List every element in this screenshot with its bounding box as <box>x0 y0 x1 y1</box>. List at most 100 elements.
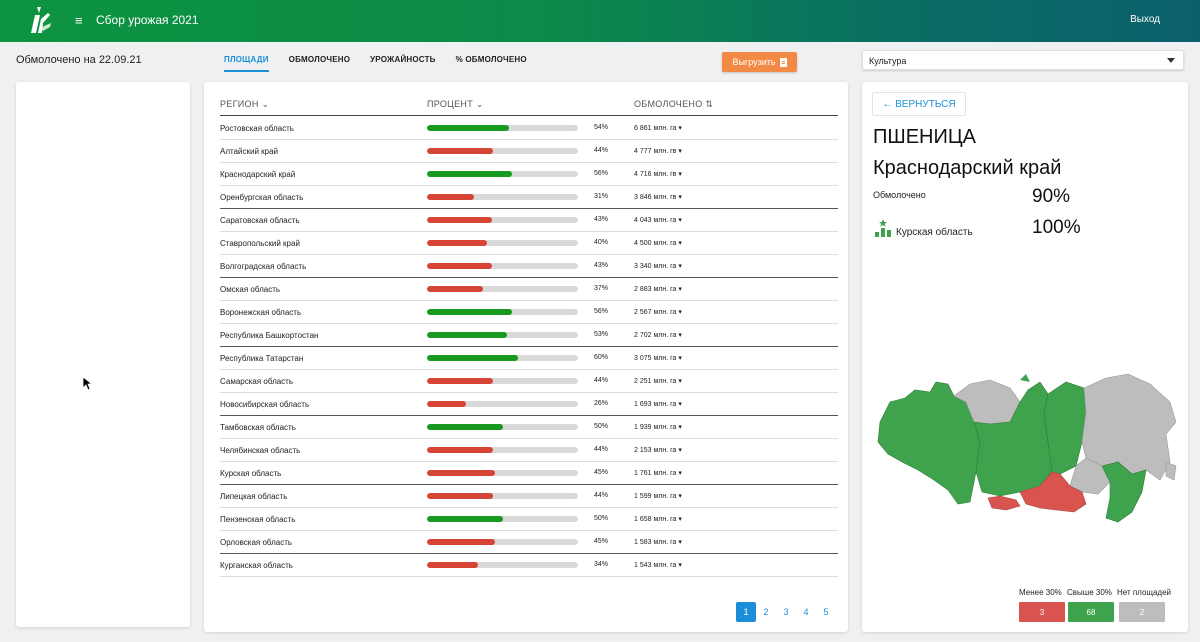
logout-link[interactable]: Выход <box>1130 14 1160 25</box>
map-region-kamchatka[interactable] <box>1165 461 1177 481</box>
page-4-button[interactable]: 4 <box>796 602 816 622</box>
menu-icon[interactable]: ≡ <box>75 13 83 28</box>
tab-yield[interactable]: УРОЖАЙНОСТЬ <box>370 55 436 72</box>
table-row[interactable]: Тамбовская область 50% 1 939 млн. га ▾ <box>220 416 838 439</box>
threshed-value[interactable]: 3 846 млн. гв ▾ <box>634 193 682 201</box>
page-3-button[interactable]: 3 <box>776 602 796 622</box>
export-button[interactable]: Выгрузить <box>722 52 797 72</box>
page-1-button[interactable]: 1 <box>736 602 756 622</box>
threshed-value[interactable]: 2 567 млн. га ▾ <box>634 308 682 316</box>
threshed-value[interactable]: 1 693 млн. га ▾ <box>634 400 682 408</box>
page-5-button[interactable]: 5 <box>816 602 836 622</box>
threshed-value[interactable]: 1 543 млн. га ▾ <box>634 561 682 569</box>
table-row[interactable]: Челябинская область 44% 2 153 млн. га ▾ <box>220 439 838 462</box>
percent-bar <box>427 309 578 315</box>
percent-bar-fill <box>427 217 492 223</box>
region-name: Саратовская область <box>220 216 300 225</box>
column-header-percent[interactable]: ПРОЦЕНТ ⌄ <box>427 99 484 110</box>
percent-bar-fill <box>427 470 495 476</box>
percent-bar <box>427 447 578 453</box>
threshed-value[interactable]: 4 777 млн. гв ▾ <box>634 147 682 155</box>
threshed-value[interactable]: 4 500 млн. га ▾ <box>634 239 682 247</box>
table-row[interactable]: Курганская область 34% 1 543 млн. га ▾ <box>220 554 838 577</box>
table-row[interactable]: Орловская область 45% 1 583 млн. га ▾ <box>220 531 838 554</box>
threshed-value[interactable]: 2 702 млн. га ▾ <box>634 331 682 339</box>
region-name: Ставропольский край <box>220 239 300 248</box>
table-row[interactable]: Омская область 37% 2 883 млн. га ▾ <box>220 278 838 301</box>
percent-value: 44% <box>594 446 609 453</box>
threshed-value[interactable]: 3 340 млн. га ▾ <box>634 262 682 270</box>
threshed-value[interactable]: 6 861 млн. га ▾ <box>634 124 682 132</box>
table-row[interactable]: Ростовская область 54% 6 861 млн. га ▾ <box>220 117 838 140</box>
region-name: Курганская область <box>220 561 293 570</box>
map-region-red-west[interactable] <box>987 495 1021 511</box>
sort-icon: ⇅ <box>705 99 714 109</box>
column-header-region[interactable]: РЕГИОН ⌄ <box>220 99 269 110</box>
threshed-value[interactable]: 2 153 млн. га ▾ <box>634 446 682 454</box>
threshed-value: 90% <box>1032 186 1071 207</box>
tab-areas[interactable]: ПЛОЩАДИ <box>224 55 269 72</box>
table-row[interactable]: Волгоградская область 43% 3 340 млн. га ▾ <box>220 255 838 278</box>
table-row[interactable]: Республика Татарстан 60% 3 075 млн. га ▾ <box>220 347 838 370</box>
table-row[interactable]: Новосибирская область 26% 1 693 млн. га ▾ <box>220 393 838 416</box>
threshed-value[interactable]: 1 761 млн. га ▾ <box>634 469 682 477</box>
legend-count-none[interactable]: 2 <box>1119 602 1165 622</box>
region-name: Воронежская область <box>220 308 302 317</box>
percent-bar-fill <box>427 447 494 453</box>
percent-bar-fill <box>427 424 503 430</box>
table-row[interactable]: Пензенская область 50% 1 658 млн. га ▾ <box>220 508 838 531</box>
logo-icon[interactable] <box>28 5 52 37</box>
region-name: Оренбургская область <box>220 193 304 202</box>
table-row[interactable]: Липецкая область 44% 1 599 млн. га ▾ <box>220 485 838 508</box>
percent-bar <box>427 194 578 200</box>
culture-select[interactable]: Культура <box>862 50 1184 70</box>
page-2-button[interactable]: 2 <box>756 602 776 622</box>
threshed-value[interactable]: 1 658 млн. га ▾ <box>634 515 682 523</box>
percent-bar <box>427 562 578 568</box>
tab-threshed-percent[interactable]: % ОБМОЛОЧЕНО <box>456 55 527 72</box>
column-header-threshed[interactable]: ОБМОЛОЧЕНО ⇅ <box>634 99 713 110</box>
region-name: Орловская область <box>220 538 293 547</box>
table-row[interactable]: Краснодарский край 56% 4 716 млн. гв ▾ <box>220 163 838 186</box>
region-name: Краснодарский край <box>220 170 296 179</box>
percent-value: 43% <box>594 216 609 223</box>
threshed-value[interactable]: 2 883 млн. га ▾ <box>634 285 682 293</box>
tab-threshed[interactable]: ОБМОЛОЧЕНО <box>289 55 350 72</box>
percent-bar-fill <box>427 148 494 154</box>
table-row[interactable]: Республика Башкортостан 53% 2 702 млн. га … <box>220 324 838 347</box>
legend-count-low[interactable]: 3 <box>1019 602 1065 622</box>
russia-regions-map[interactable] <box>870 362 1180 542</box>
region-name: Самарская область <box>220 377 294 386</box>
column-header-percent-label: ПРОЦЕНТ <box>427 99 474 109</box>
sort-chevron-icon: ⌄ <box>261 99 270 109</box>
chevron-down-icon <box>1167 58 1175 63</box>
legend-label-none: Нет площадей <box>1117 588 1172 597</box>
table-row[interactable]: Курская область 45% 1 761 млн. га ▾ <box>220 462 838 485</box>
map-region-island[interactable] <box>1020 374 1030 382</box>
map-region-krasnoyarsk[interactable] <box>1043 381 1087 475</box>
export-button-label: Выгрузить <box>732 57 776 67</box>
percent-value: 26% <box>594 400 609 407</box>
table-row[interactable]: Воронежская область 56% 2 567 млн. га ▾ <box>220 301 838 324</box>
region-name: Пензенская область <box>220 515 296 524</box>
threshed-value[interactable]: 4 043 млн. га ▾ <box>634 216 682 224</box>
percent-bar <box>427 516 578 522</box>
back-button[interactable]: ← ВЕРНУТЬСЯ <box>872 92 966 116</box>
legend-count-high[interactable]: 68 <box>1068 602 1114 622</box>
threshed-value[interactable]: 4 716 млн. гв ▾ <box>634 170 682 178</box>
details-panel: ← ВЕРНУТЬСЯ ПШЕНИЦА Краснодарский край О… <box>862 82 1188 632</box>
view-tabs: ПЛОЩАДИ ОБМОЛОЧЕНО УРОЖАЙНОСТЬ % ОБМОЛОЧ… <box>224 55 527 72</box>
percent-value: 60% <box>594 354 609 361</box>
threshed-value[interactable]: 2 251 млн. га ▾ <box>634 377 682 385</box>
threshed-value[interactable]: 1 583 млн. га ▾ <box>634 538 682 546</box>
table-row[interactable]: Саратовская область 43% 4 043 млн. га ▾ <box>220 209 838 232</box>
table-row[interactable]: Оренбургская область 31% 3 846 млн. гв ▾ <box>220 186 838 209</box>
threshed-value[interactable]: 1 599 млн. га ▾ <box>634 492 682 500</box>
table-row[interactable]: Самарская область 44% 2 251 млн. га ▾ <box>220 370 838 393</box>
percent-value: 56% <box>594 170 609 177</box>
threshed-value[interactable]: 3 075 млн. га ▾ <box>634 354 682 362</box>
percent-value: 56% <box>594 308 609 315</box>
table-row[interactable]: Алтайский край 44% 4 777 млн. гв ▾ <box>220 140 838 163</box>
threshed-value[interactable]: 1 939 млн. га ▾ <box>634 423 682 431</box>
table-row[interactable]: Ставропольский край 40% 4 500 млн. га ▾ <box>220 232 838 255</box>
